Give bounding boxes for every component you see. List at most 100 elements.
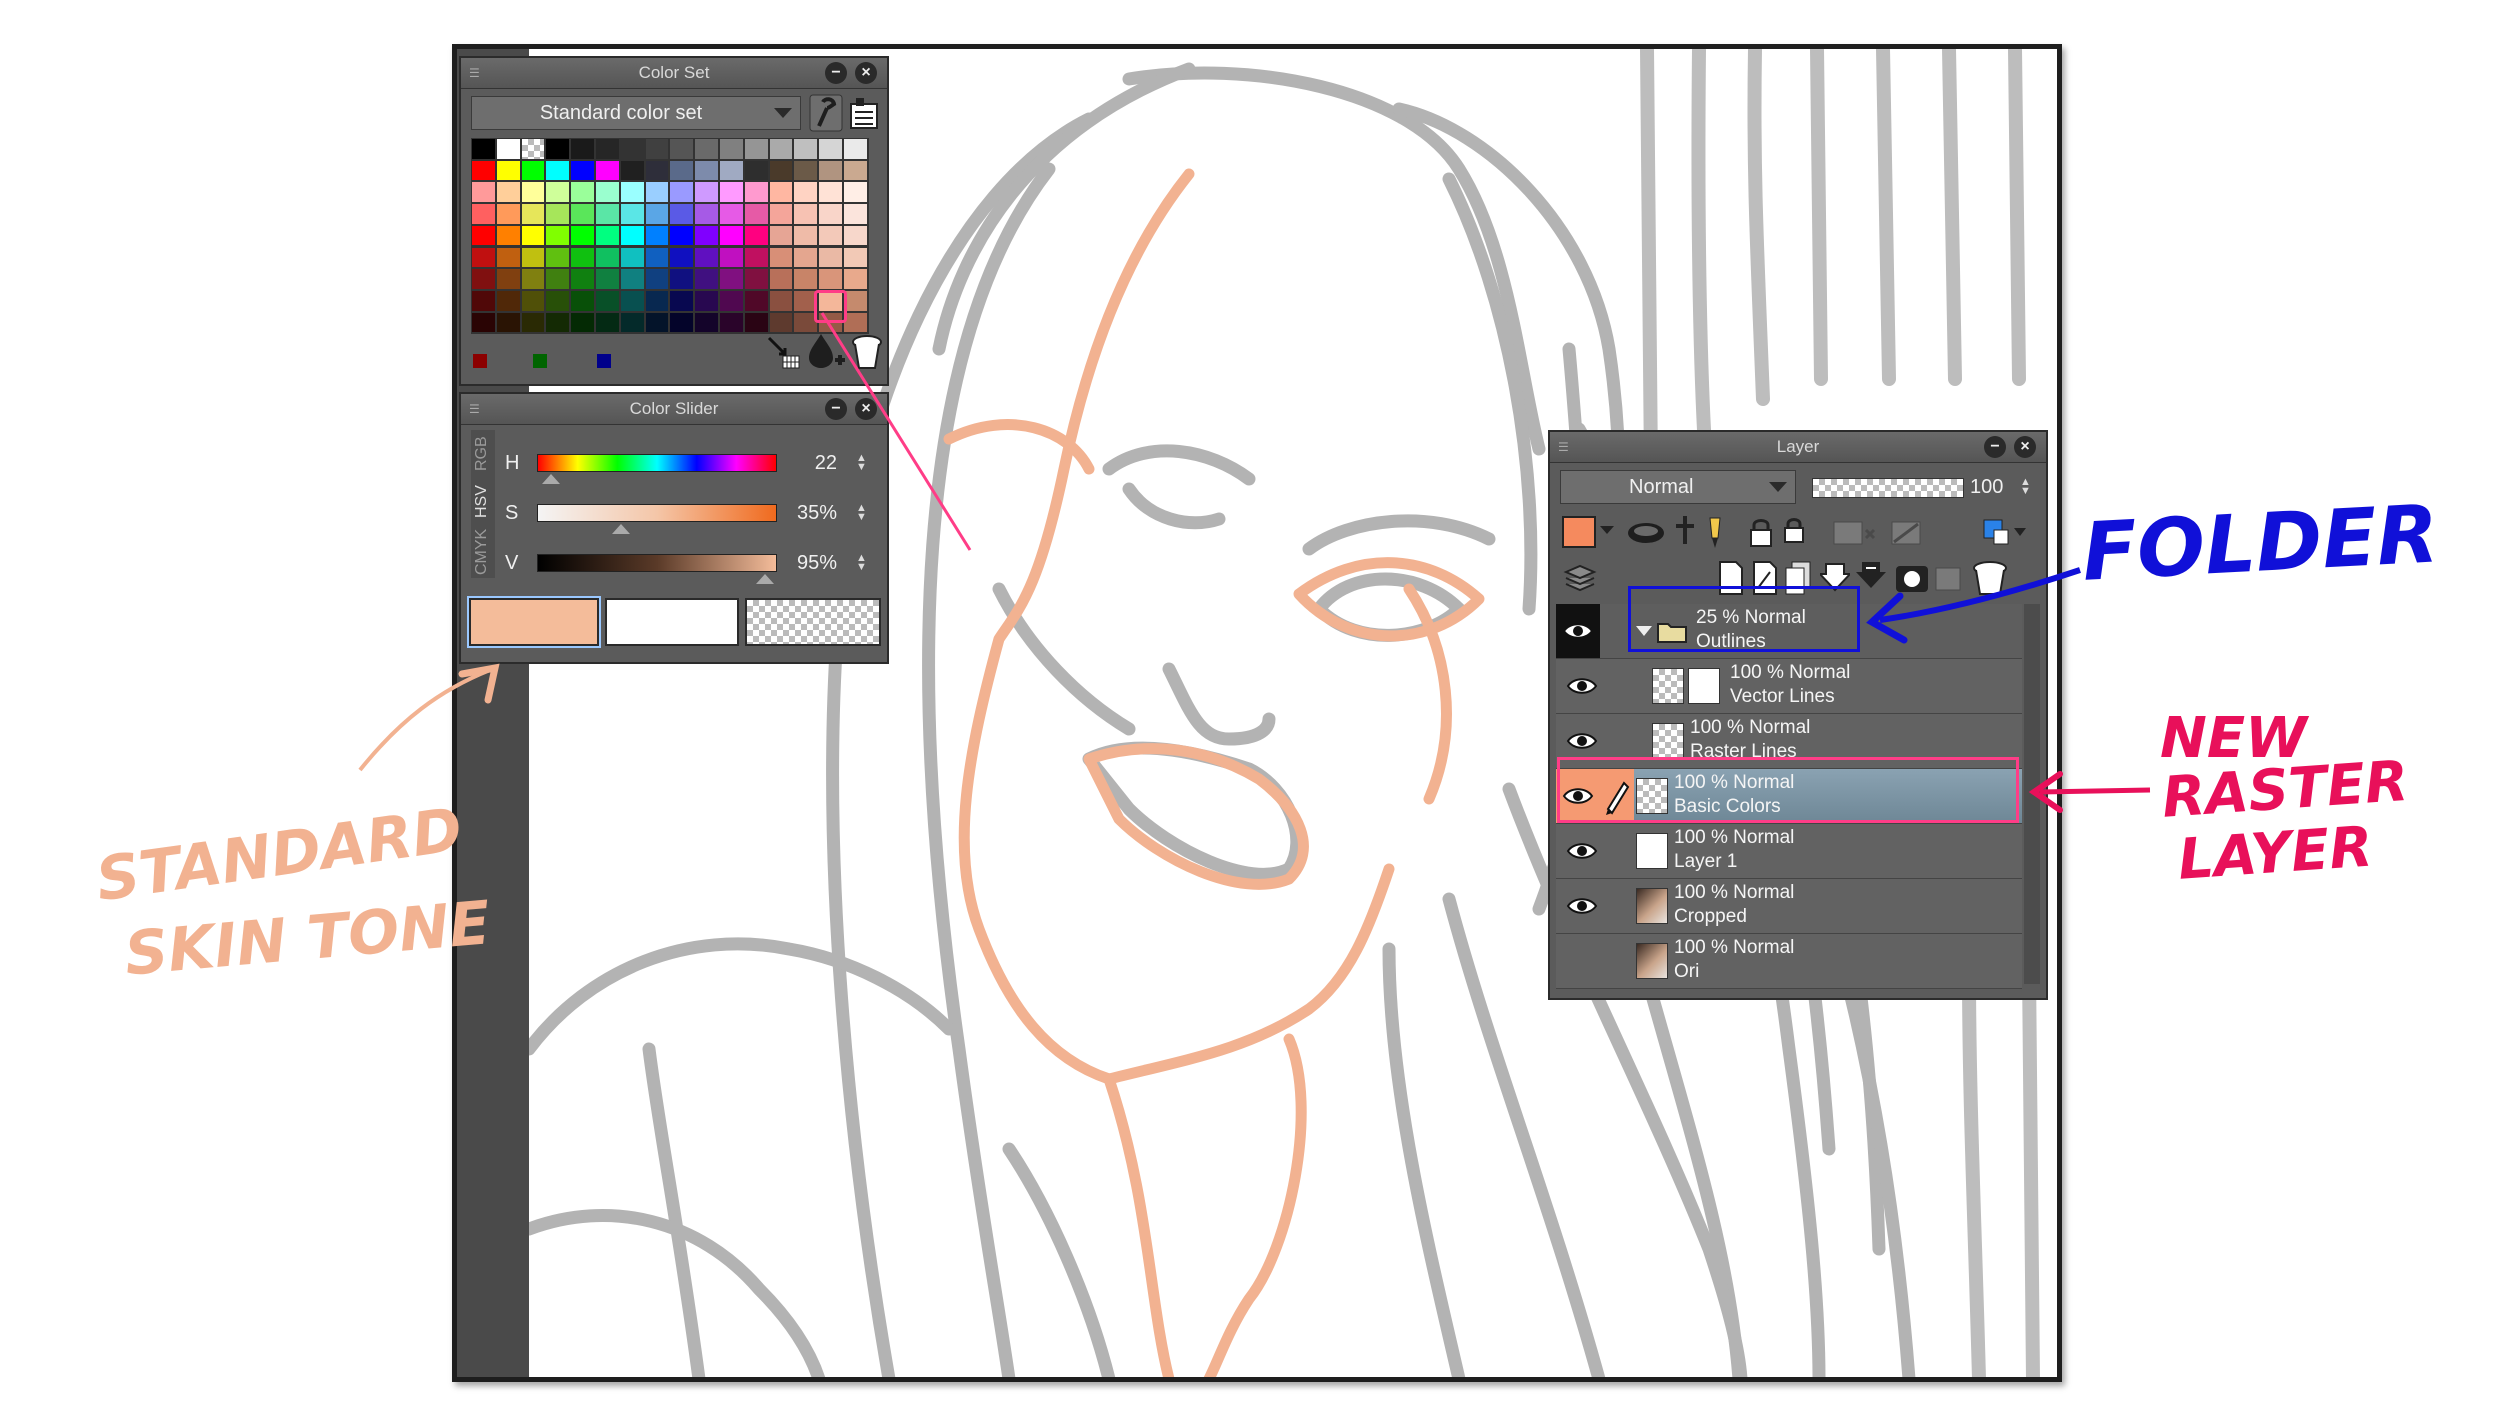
color-swatch[interactable] [546,139,570,159]
lock-icon[interactable] [1746,516,1776,550]
color-swatch[interactable] [769,139,793,159]
color-swatch[interactable] [720,139,743,159]
color-swatch[interactable] [744,182,768,203]
layer-stack-icon[interactable] [1562,562,1598,596]
color-swatch[interactable] [596,139,619,159]
color-swatch[interactable] [546,225,570,246]
spinner-v-icon[interactable]: ▲ ▼ [856,553,867,573]
color-swatch[interactable] [571,290,594,311]
color-swatch[interactable] [596,160,619,181]
color-swatch[interactable] [769,225,793,246]
color-swatch[interactable] [620,269,644,289]
color-swatch[interactable] [596,182,619,203]
color-swatch[interactable] [819,225,842,246]
color-swatch[interactable] [819,204,842,224]
color-swatch[interactable] [571,139,594,159]
color-swatch[interactable] [521,182,545,203]
color-swatch[interactable] [744,225,768,246]
color-swatch[interactable] [769,182,793,203]
apply-mask-icon[interactable] [1934,562,1964,596]
spinner-h-icon[interactable]: ▲ ▼ [856,453,867,473]
color-swatch[interactable] [744,269,768,289]
color-swatch[interactable] [472,290,495,311]
mask-brush-icon[interactable] [1700,512,1730,552]
color-swatch[interactable] [620,139,644,159]
color-swatch[interactable] [472,204,495,224]
color-swatch[interactable] [819,139,842,159]
color-swatch[interactable] [546,290,570,311]
saturation-slider[interactable] [537,504,777,522]
add-color-icon[interactable] [765,332,805,372]
color-swatch[interactable] [769,247,793,268]
color-swatch[interactable] [521,312,545,333]
color-swatch[interactable] [695,247,718,268]
color-swatch[interactable] [620,204,644,224]
color-swatch[interactable] [844,204,867,224]
color-swatch[interactable] [744,160,768,181]
opacity-spinner-icon[interactable]: ▲ ▼ [2020,477,2031,497]
color-swatch[interactable] [571,182,594,203]
color-swatch[interactable] [720,160,743,181]
color-swatch[interactable] [645,290,669,311]
swatch-dark-red[interactable] [473,354,487,368]
minimize-icon[interactable]: − [825,398,847,420]
color-swatch[interactable] [596,204,619,224]
layer-name[interactable]: Layer 1 [1674,851,1737,873]
color-swatch[interactable] [670,247,694,268]
color-swatch[interactable] [521,139,545,159]
color-swatch[interactable] [472,312,495,333]
color-swatch[interactable] [819,269,842,289]
color-swatch[interactable] [472,247,495,268]
color-swatch[interactable] [472,182,495,203]
color-swatch[interactable] [844,269,867,289]
minimize-icon[interactable]: − [825,62,847,84]
color-swatch[interactable] [670,204,694,224]
color-swatch[interactable] [695,290,718,311]
color-swatch[interactable] [720,247,743,268]
color-swatch[interactable] [571,312,594,333]
color-swatch[interactable] [670,225,694,246]
layer-titlebar[interactable]: ☰ Layer − × [1550,432,2046,463]
color-swatch[interactable] [720,182,743,203]
color-swatch[interactable] [496,204,520,224]
minimize-icon[interactable]: − [1984,436,2006,458]
color-swatch[interactable] [472,160,495,181]
color-swatch[interactable] [521,225,545,246]
layer-row[interactable]: 100 % Normal Cropped [1556,879,2022,934]
color-swatch[interactable] [695,182,718,203]
layer-scrollbar[interactable] [2024,604,2040,984]
swatch-dark-blue[interactable] [597,354,611,368]
slider-s-value[interactable]: 35% [777,502,837,525]
clip-layer-icon[interactable] [1832,518,1882,548]
color-swatch[interactable] [571,204,594,224]
color-set-dropdown[interactable]: Standard color set [471,96,801,130]
color-swatch[interactable] [695,139,718,159]
color-swatch[interactable] [521,269,545,289]
hue-slider-thumb[interactable] [542,474,561,484]
color-slider-titlebar[interactable]: ☰ Color Slider − × [461,394,887,425]
tab-hsv[interactable]: HSV [473,480,491,524]
color-swatch[interactable] [496,290,520,311]
color-swatch[interactable] [819,182,842,203]
color-swatch[interactable] [844,290,867,311]
color-swatch[interactable] [521,160,545,181]
color-swatch[interactable] [720,269,743,289]
transparent-color-swatch[interactable] [745,598,881,646]
visibility-eye-icon[interactable] [1560,726,1598,756]
color-swatch[interactable] [720,204,743,224]
color-swatch[interactable] [769,290,793,311]
chevron-down-icon[interactable] [1600,526,1614,534]
color-swatch[interactable] [496,269,520,289]
main-color-swatch[interactable] [467,596,601,648]
opacity-slider[interactable] [1812,478,1964,498]
color-swatch[interactable] [794,182,818,203]
value-slider-thumb[interactable] [756,574,774,584]
layer-name[interactable]: Cropped [1674,906,1747,928]
color-swatch[interactable] [596,290,619,311]
color-swatch[interactable] [769,312,793,333]
color-swatch[interactable] [496,312,520,333]
color-swatch[interactable] [546,269,570,289]
color-swatch[interactable] [670,312,694,333]
color-swatch[interactable] [744,204,768,224]
color-swatch[interactable] [645,160,669,181]
